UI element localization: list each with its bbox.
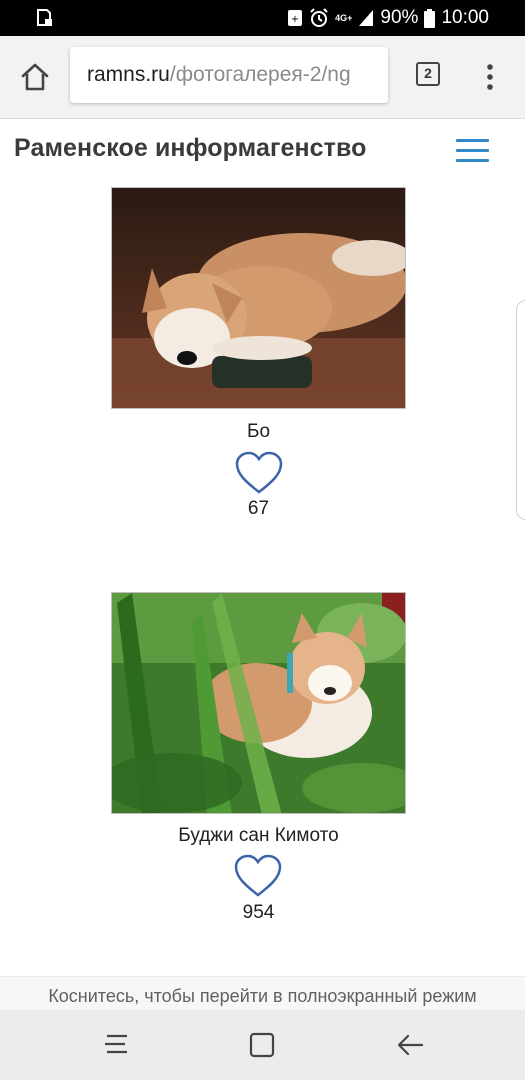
battery-icon [424,8,436,28]
scroll-handle[interactable] [516,300,525,520]
like-heart-icon[interactable] [233,853,283,899]
back-icon[interactable] [396,1032,424,1058]
url-domain: ramns.ru [87,63,170,86]
data-saver-icon: + [288,10,303,26]
gallery-item-name: Буджи сан Кимото [178,825,339,846]
network-type: 4G+ [335,12,353,23]
screenshot-icon [37,9,52,26]
url-path: /фотогалерея-2/ng [169,63,351,86]
home-icon[interactable] [20,62,50,92]
signal-icon [359,10,374,26]
status-bar: + 4G+ 90% 10:00 [0,0,525,36]
more-options-icon[interactable] [484,62,496,92]
site-title[interactable]: Раменское информагенство [14,134,367,163]
system-navigation-bar [0,1010,525,1080]
gallery-item-name: Бо [246,421,271,442]
browser-toolbar: ramns.ru/фотогалерея-2/ng 2 [0,36,525,119]
alarm-icon [310,8,328,27]
dog-photo-image [112,593,405,813]
like-count: 67 [247,498,270,519]
recent-apps-icon[interactable] [103,1032,131,1058]
dog-photo-image [112,188,405,408]
gallery-photo-bo[interactable] [111,187,406,409]
battery-percent: 90% [380,7,419,28]
like-count: 954 [242,902,275,923]
fullscreen-hint[interactable]: Коснитесь, чтобы перейти в полноэкранный… [0,976,525,1011]
home-nav-icon[interactable] [249,1032,275,1058]
clock: 10:00 [441,7,489,28]
address-bar[interactable]: ramns.ru/фотогалерея-2/ng [70,47,388,103]
tab-switcher-button[interactable]: 2 [416,62,440,86]
svg-text:+: + [291,14,299,25]
status-icons: + 4G+ 90% 10:00 [287,6,489,30]
like-heart-icon[interactable] [234,450,284,496]
hamburger-menu-icon[interactable] [456,139,489,165]
gallery-photo-budji[interactable] [111,592,406,814]
